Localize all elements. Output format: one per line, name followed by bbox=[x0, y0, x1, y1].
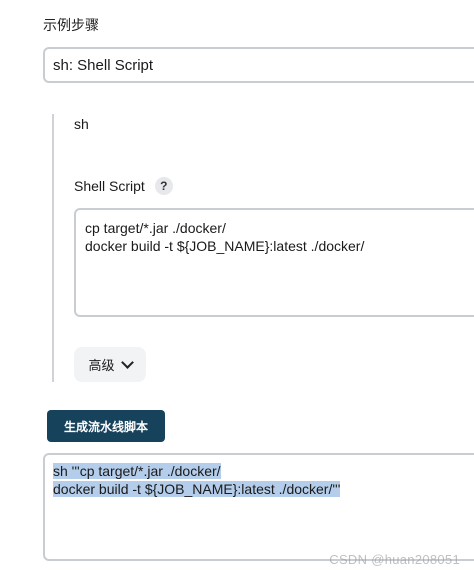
sample-step-select[interactable]: sh: Shell Script bbox=[43, 47, 474, 83]
generate-pipeline-script-button[interactable]: 生成流水线脚本 bbox=[47, 410, 165, 442]
watermark: CSDN @huan208051 bbox=[329, 552, 460, 567]
sample-step-label: 示例步骤 bbox=[43, 17, 99, 33]
shell-script-textarea[interactable]: cp target/*.jar ./docker/ docker build -… bbox=[74, 208, 474, 317]
sample-step-select-value: sh: Shell Script bbox=[53, 56, 154, 74]
script-line-1: cp target/*.jar ./docker/ bbox=[85, 220, 226, 236]
advanced-button-label: 高级 bbox=[88, 358, 115, 373]
shell-script-label-row: Shell Script ? bbox=[74, 177, 173, 195]
snippet-generator-panel: 示例步骤 sh: Shell Script sh Shell Script ? … bbox=[0, 0, 474, 575]
help-icon[interactable]: ? bbox=[154, 177, 173, 195]
output-line-1: sh '''cp target/*.jar ./docker/ bbox=[53, 463, 221, 479]
step-name: sh bbox=[74, 116, 89, 132]
advanced-button[interactable]: 高级 bbox=[74, 347, 146, 382]
chevron-down-icon bbox=[120, 356, 134, 369]
shell-script-label: Shell Script bbox=[74, 178, 145, 194]
script-line-2: docker build -t ${JOB_NAME}:latest ./doc… bbox=[85, 238, 365, 254]
output-line-2: docker build -t ${JOB_NAME}:latest ./doc… bbox=[53, 481, 341, 497]
step-config-indent-bar bbox=[52, 114, 54, 382]
generated-script-output[interactable]: sh '''cp target/*.jar ./docker/ docker b… bbox=[43, 453, 474, 561]
